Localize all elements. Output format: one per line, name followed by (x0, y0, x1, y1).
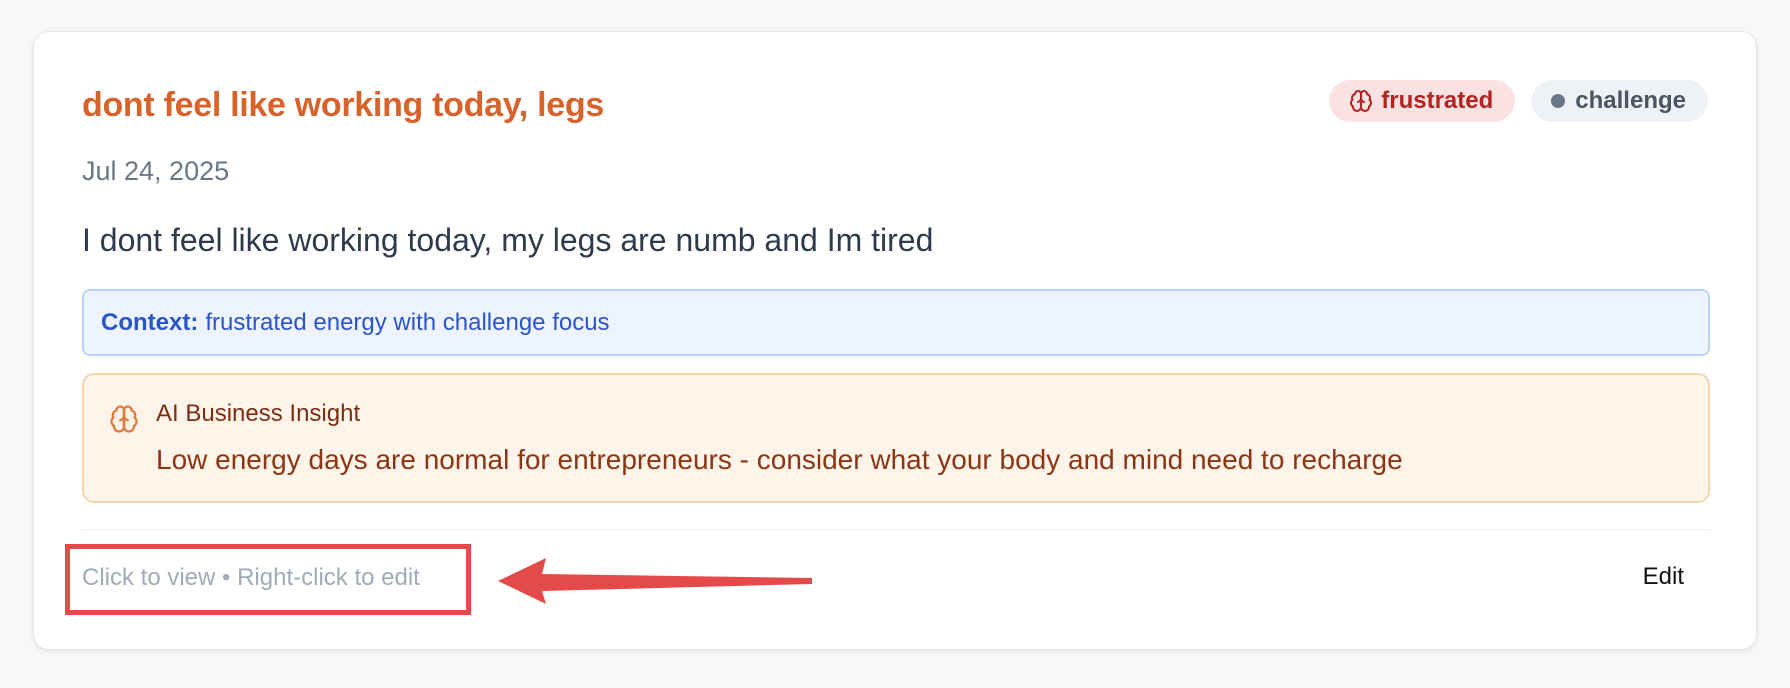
entry-tags: frustrated challenge (1329, 80, 1708, 122)
brain-icon (1350, 90, 1373, 112)
dot-icon (1551, 94, 1566, 108)
insight-text: Low energy days are normal for entrepren… (156, 444, 1403, 475)
edit-button[interactable]: Edit (1629, 552, 1698, 602)
annotation-highlight-box (65, 544, 471, 615)
insight-title: AI Business Insight (156, 400, 361, 427)
annotation-arrow-icon (498, 558, 812, 604)
category-tag: challenge (1531, 80, 1708, 122)
mood-tag-label: frustrated (1381, 87, 1494, 114)
entry-date: Jul 24, 2025 (82, 156, 230, 186)
entry-text: I dont feel like working today, my legs … (82, 222, 934, 258)
entry-title: dont feel like working today, legs (82, 86, 604, 124)
ai-insight-box: AI Business Insight Low energy days are … (82, 373, 1710, 503)
context-label: Context: (101, 308, 199, 336)
mood-tag: frustrated (1329, 80, 1516, 122)
context-box: Context: frustrated energy with challeng… (82, 289, 1710, 356)
brain-icon (110, 405, 138, 433)
category-tag-label: challenge (1575, 87, 1686, 114)
footer-divider (82, 529, 1710, 530)
context-text: frustrated energy with challenge focus (205, 308, 610, 336)
